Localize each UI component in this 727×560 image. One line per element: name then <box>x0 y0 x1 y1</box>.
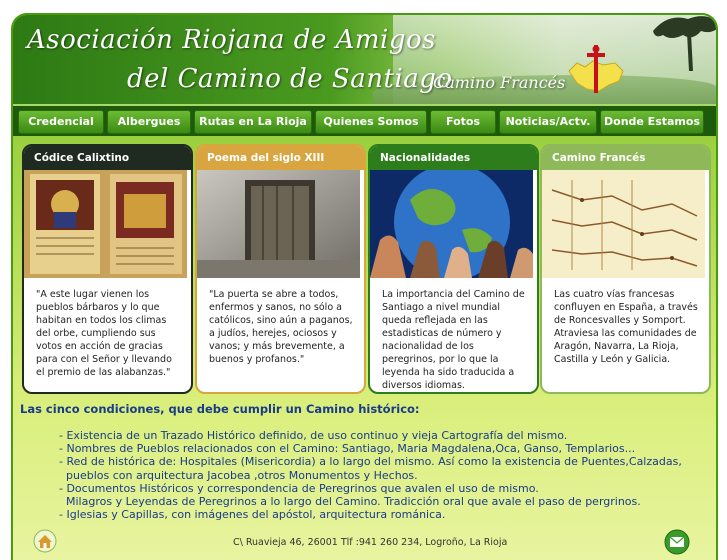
globe-hands-image <box>370 170 533 278</box>
old-door-image <box>197 170 360 278</box>
condition-item: - Existencia de un Trazado Histórico def… <box>59 429 568 442</box>
tree-silhouette-icon <box>653 16 716 71</box>
card-poema-siglo-xiii[interactable]: Poema del siglo XIII "La puerta se abre … <box>195 144 366 394</box>
nav-credencial[interactable]: Credencial <box>18 110 104 134</box>
route-map-image <box>542 170 705 278</box>
card-description: La importancia del Camino de Santiago a … <box>382 289 525 391</box>
home-icon[interactable] <box>33 529 57 553</box>
site-title-line2: del Camino de Santiago <box>127 64 453 94</box>
card-title: Camino Francés <box>542 146 709 170</box>
footer-address: C\ Ruavieja 46, 26001 Tlf :941 260 234, … <box>233 537 508 548</box>
rioja-map-cross-icon <box>568 45 624 93</box>
card-title: Códice Calixtino <box>24 146 191 170</box>
condition-item: - Iglesias y Capillas, con imágenes del … <box>59 508 446 522</box>
card-camino-frances[interactable]: Camino Francés Las cuatro vías francesas… <box>540 144 711 394</box>
main-nav: Credencial Albergues Rutas en La Rioja Q… <box>13 104 716 136</box>
mail-icon[interactable] <box>664 529 690 555</box>
header-subtitle: Camino Francés <box>433 73 566 92</box>
nav-albergues[interactable]: Albergues <box>107 110 191 134</box>
card-description: Las cuatro vías francesas confluyen en E… <box>554 289 698 365</box>
card-quote: "La puerta se abre a todos, enfermos y s… <box>209 289 353 365</box>
conditions-list: - Existencia de un Trazado Histórico def… <box>59 429 709 521</box>
card-title: Nacionalidades <box>370 146 537 170</box>
conditions-title: Las cinco condiciones, que debe cumplir … <box>20 402 420 416</box>
manuscript-image <box>24 170 187 278</box>
condition-item: - Nombres de Pueblos relacionados con el… <box>59 442 636 456</box>
site-header: Asociación Riojana de Amigos del Camino … <box>13 15 716 104</box>
card-quote: "A este lugar vienen los pueblos bárbaro… <box>36 289 172 378</box>
condition-item: - Documentos Históricos y correspondenci… <box>59 481 539 495</box>
card-title: Poema del siglo XIII <box>197 146 364 170</box>
nav-noticias-actv[interactable]: Noticias/Actv. <box>499 110 597 134</box>
condition-item: pueblos con arquitectura Jacobea ,otros … <box>66 468 418 482</box>
card-nacionalidades[interactable]: Nacionalidades La importancia del Camino… <box>368 144 539 394</box>
site-title-line1: Asociación Riojana de Amigos <box>27 25 436 55</box>
condition-item: - Red de histórica de: Hospitales (Miser… <box>59 455 682 469</box>
condition-item: Milagros y Leyendas de Peregrinos a lo l… <box>66 495 641 509</box>
nav-quienes-somos[interactable]: Quienes Somos <box>315 110 427 134</box>
page-frame: Asociación Riojana de Amigos del Camino … <box>11 13 718 560</box>
nav-rutas-en-la-rioja[interactable]: Rutas en La Rioja <box>194 110 312 134</box>
nav-fotos[interactable]: Fotos <box>430 110 496 134</box>
nav-donde-estamos[interactable]: Donde Estamos <box>600 110 704 134</box>
card-codice-calixtino[interactable]: Códice Calixtino "A este lugar vienen lo… <box>22 144 193 394</box>
